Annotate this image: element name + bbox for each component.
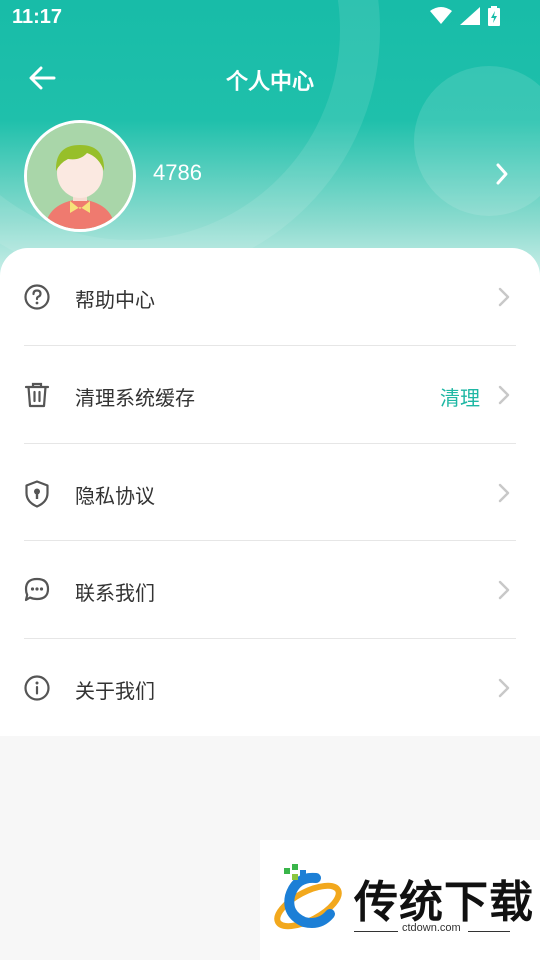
status-icons: [430, 6, 500, 30]
page-title: 个人中心: [225, 70, 314, 95]
info-circle-icon: [24, 675, 50, 701]
settings-card: 帮助中心 清理系统缓存 清理 隐私协议 联系我们 关于我们: [0, 248, 540, 736]
menu-item-clear-cache[interactable]: 清理系统缓存 清理: [0, 346, 540, 443]
chevron-right-icon: [497, 677, 511, 703]
chevron-right-icon: [497, 384, 511, 410]
top-nav: 个人中心: [0, 56, 540, 104]
menu-item-help-center[interactable]: 帮助中心: [0, 248, 540, 345]
battery-icon: [488, 6, 500, 30]
chevron-right-icon: [497, 579, 511, 605]
menu-item-about-us[interactable]: 关于我们: [0, 639, 540, 736]
chevron-right-icon: [494, 162, 510, 190]
chevron-right-icon: [497, 286, 511, 312]
menu-item-label: 关于我们: [75, 679, 155, 703]
watermark-title: 传统下载: [354, 877, 534, 928]
watermark-subtitle: ctdown.com: [402, 922, 461, 934]
status-bar: 11:17: [0, 0, 540, 36]
menu-item-privacy-policy[interactable]: 隐私协议: [0, 444, 540, 541]
help-circle-icon: [24, 284, 50, 310]
username: 4786: [153, 160, 202, 185]
chat-bubble-icon: [24, 577, 50, 603]
menu-item-contact-us[interactable]: 联系我们: [0, 541, 540, 638]
menu-item-label: 帮助中心: [75, 288, 155, 312]
watermark-line: [468, 931, 510, 932]
watermark: 传统下载 ctdown.com: [260, 840, 540, 960]
profile-row[interactable]: 4786: [24, 120, 524, 232]
status-time: 11:17: [12, 6, 63, 28]
avatar: [24, 120, 136, 232]
menu-item-label: 清理系统缓存: [75, 386, 195, 410]
trash-icon: [24, 382, 50, 408]
wifi-icon: [430, 7, 452, 29]
watermark-line: [354, 931, 398, 932]
shield-lock-icon: [24, 480, 50, 508]
menu-item-label: 隐私协议: [75, 484, 155, 508]
menu-item-label: 联系我们: [75, 581, 155, 605]
chevron-right-icon: [497, 482, 511, 508]
watermark-logo-icon: [270, 862, 346, 938]
clear-cache-action[interactable]: 清理: [440, 382, 480, 411]
signal-icon: [460, 7, 480, 29]
